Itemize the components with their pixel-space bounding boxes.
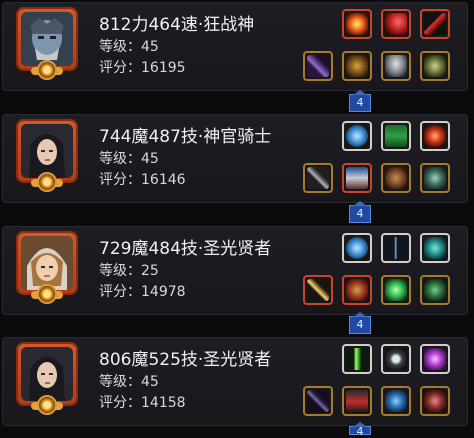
fire-gem-icon[interactable]: [342, 9, 372, 39]
black-robe-icon[interactable]: [342, 386, 372, 416]
rank-badge-icon: [31, 171, 63, 195]
count-tag: 4: [349, 422, 371, 437]
feather-icon[interactable]: [420, 9, 450, 39]
hero-portrait[interactable]: [9, 229, 86, 307]
chest-armor-icon[interactable]: [342, 163, 372, 193]
count-tag: 4: [349, 312, 371, 334]
hero-score: 评分：16146: [99, 172, 186, 188]
count-tag: 4: [349, 90, 371, 112]
blue-orb-icon[interactable]: [342, 233, 372, 263]
hero-score: 评分：16195: [99, 60, 186, 76]
hero-level: 等级：45: [99, 374, 159, 390]
rank-badge-icon: [31, 283, 63, 307]
hero-portrait[interactable]: [9, 5, 86, 83]
hero-level: 等级：45: [99, 151, 159, 167]
hero-level: 等级：25: [99, 263, 159, 279]
green-belt-icon[interactable]: [420, 275, 450, 305]
hero-level: 等级：45: [99, 39, 159, 55]
hero-title: 729魔484技·圣光贤者: [99, 239, 272, 259]
hero-score: 评分：14158: [99, 395, 186, 411]
hero-score: 评分：14978: [99, 284, 186, 300]
red-crystal-icon[interactable]: [381, 9, 411, 39]
red-armor-icon[interactable]: [342, 275, 372, 305]
count-tag: 4: [349, 201, 371, 223]
hero-portrait[interactable]: [9, 117, 86, 195]
helmet-icon[interactable]: [381, 51, 411, 81]
rune-staff-icon[interactable]: [381, 233, 411, 263]
hero-title: 812力464速·狂战神: [99, 15, 255, 35]
hero-card-2[interactable]: 744魔487技·神官骑士 等级：45 评分：16146: [2, 114, 468, 203]
sage-avatar-icon: [21, 236, 73, 290]
battle-axe-icon[interactable]: [303, 51, 333, 81]
wooden-mask-icon[interactable]: [381, 163, 411, 193]
hero-title: 806魔525技·圣光贤者: [99, 350, 272, 370]
rank-badge-icon: [31, 394, 63, 418]
priestess-avatar-icon: [21, 347, 73, 401]
blue-amulet-icon[interactable]: [381, 386, 411, 416]
rune-sigil-icon[interactable]: [381, 344, 411, 374]
hero-card-3[interactable]: 729魔484技·圣光贤者 等级：25 评分：14978: [2, 226, 468, 315]
skull-belt-icon[interactable]: [420, 51, 450, 81]
hero-portrait[interactable]: [9, 340, 86, 418]
war-hammer-icon[interactable]: [303, 163, 333, 193]
shoulder-armor-icon[interactable]: [342, 51, 372, 81]
teal-gem-icon[interactable]: [420, 233, 450, 263]
golden-hammer-icon[interactable]: [303, 275, 333, 305]
hero-card-4[interactable]: 806魔525技·圣光贤者 等级：45 评分：14158: [2, 337, 468, 426]
green-crystal-icon[interactable]: [381, 275, 411, 305]
dark-staff-icon[interactable]: [303, 386, 333, 416]
hero-card-1[interactable]: 812力464速·狂战神 等级：45 评分：16195: [2, 2, 468, 91]
purple-gem-icon[interactable]: [420, 344, 450, 374]
rank-badge-icon: [31, 59, 63, 83]
green-book-icon[interactable]: [381, 121, 411, 151]
blue-orb-icon[interactable]: [342, 121, 372, 151]
green-vial-icon[interactable]: [342, 344, 372, 374]
priestess-avatar-icon: [21, 124, 73, 178]
flame-gem-icon[interactable]: [420, 121, 450, 151]
hero-title: 744魔487技·神官骑士: [99, 127, 272, 147]
chain-belt-icon[interactable]: [420, 163, 450, 193]
red-boots-icon[interactable]: [420, 386, 450, 416]
warrior-avatar-icon: [21, 12, 73, 66]
